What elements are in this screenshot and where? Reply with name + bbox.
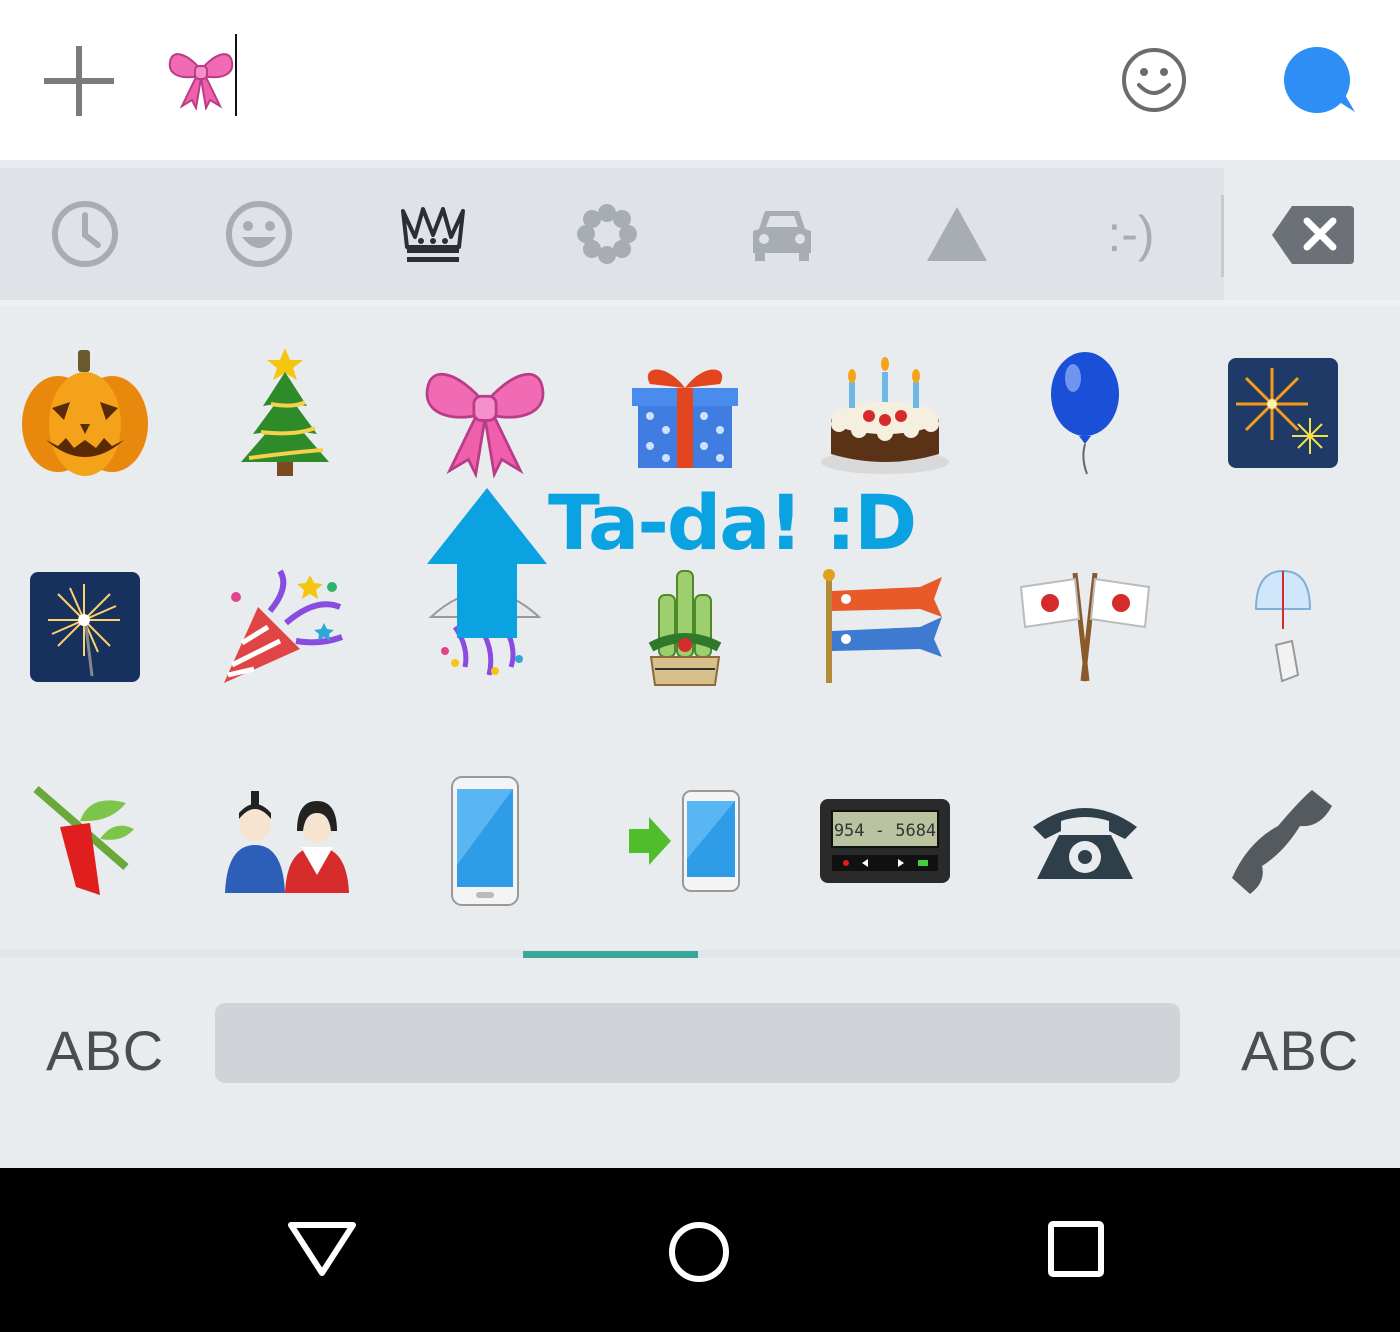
plus-icon[interactable]: [44, 46, 114, 116]
keyboard-bottom-bar: ABC ABC: [0, 958, 1400, 1168]
backspace-key[interactable]: [1224, 168, 1400, 300]
emoji-telephone-receiver[interactable]: [1183, 734, 1383, 948]
pager-display-text: 954 - 5684: [834, 821, 936, 841]
tab-recent[interactable]: [10, 168, 160, 300]
page-indicator-track: [0, 950, 1400, 958]
tab-places[interactable]: [707, 168, 857, 300]
emoji-pager[interactable]: 954 - 5684: [785, 734, 985, 948]
annotation-text: Ta-da! :D: [548, 478, 917, 567]
emoji-grid: 954 - 5684 Ta-da! :D: [0, 306, 1400, 950]
emoji-japanese-dolls[interactable]: [185, 734, 385, 948]
tab-people[interactable]: [184, 168, 334, 300]
tab-symbols[interactable]: [882, 168, 1032, 300]
abc-button-right[interactable]: ABC: [1241, 1018, 1359, 1083]
flower-icon: [577, 204, 637, 264]
emoticon-tab-label: :-): [1107, 206, 1155, 262]
emoji-balloon[interactable]: [985, 306, 1185, 520]
compose-bar: [0, 0, 1400, 160]
emoji-mobile-phone[interactable]: [385, 734, 585, 948]
car-icon: [753, 211, 811, 261]
emoji-telephone[interactable]: [985, 734, 1185, 948]
emoji-party-popper[interactable]: [185, 520, 385, 734]
crown-icon: [401, 207, 465, 262]
emoji-wind-chime[interactable]: [1183, 520, 1383, 734]
home-circle-icon[interactable]: [667, 1220, 731, 1284]
emoji-fireworks[interactable]: [1183, 306, 1383, 520]
smiley-icon[interactable]: [1121, 47, 1187, 113]
abc-button-left[interactable]: ABC: [46, 1018, 164, 1083]
chat-bubble-icon[interactable]: [1283, 46, 1357, 116]
back-triangle-icon[interactable]: [286, 1220, 358, 1278]
emoji-christmas-tree[interactable]: [185, 306, 385, 520]
emoji-crossed-flags[interactable]: [985, 520, 1185, 734]
tab-objects[interactable]: [358, 168, 508, 300]
backspace-icon: [1272, 206, 1354, 264]
emoji-mobile-phone-arrow[interactable]: [585, 734, 785, 948]
page-indicator: [523, 951, 698, 958]
emoji-tanabata-tree[interactable]: [0, 734, 185, 948]
triangle-icon: [927, 207, 987, 261]
system-navigation-bar: [0, 1168, 1400, 1332]
emoji-category-tabs: :-): [0, 168, 1224, 300]
recents-square-icon[interactable]: [1047, 1220, 1105, 1278]
clock-icon: [52, 201, 118, 267]
text-cursor: [235, 34, 237, 116]
tab-emoticons[interactable]: :-): [1056, 168, 1206, 300]
ribbon-emoji-in-input: [168, 53, 234, 110]
compose-divider: [0, 160, 1400, 168]
tab-nature[interactable]: [532, 168, 682, 300]
smiley-face-icon: [226, 201, 292, 267]
emoji-sparkler[interactable]: [0, 520, 185, 734]
annotation-arrow: [427, 488, 547, 638]
spacebar[interactable]: [215, 1003, 1180, 1083]
emoji-jack-o-lantern[interactable]: [0, 306, 185, 520]
